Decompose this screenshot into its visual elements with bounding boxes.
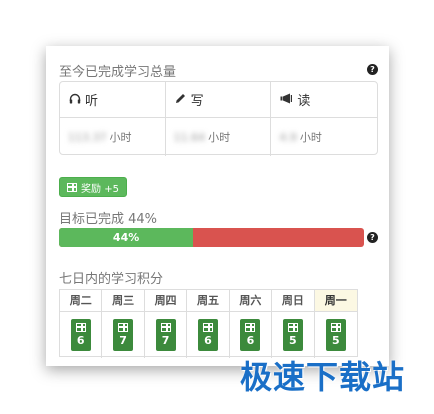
score-badge[interactable]: 7	[113, 319, 134, 351]
totals-table: 听 写 读 113.37 小时 11.64 小时 4.9 小时	[59, 81, 378, 156]
week-score-cell: 7	[102, 312, 145, 358]
site-watermark: 极速下载站	[240, 358, 406, 396]
totals-write-value: 11.64 小时	[166, 118, 272, 156]
totals-write-number: 11.64	[173, 130, 206, 144]
totals-read-value: 4.9 小时	[271, 118, 377, 156]
score-badge[interactable]: 5	[325, 319, 346, 351]
score-badge[interactable]: 6	[70, 319, 91, 351]
score-badge[interactable]: 6	[197, 319, 218, 351]
week-score-cell: 6	[60, 312, 103, 358]
totals-help-icon[interactable]: ?	[367, 64, 378, 75]
week-day-header: 周三	[102, 290, 145, 312]
goal-help-icon[interactable]: ?	[367, 232, 378, 243]
score-value: 5	[289, 334, 297, 347]
gift-icon	[75, 323, 86, 332]
reward-button[interactable]: 奖励 +5	[59, 177, 127, 197]
totals-read-number: 4.9	[279, 130, 297, 144]
gift-icon	[160, 323, 171, 332]
totals-header-write-label: 写	[190, 94, 204, 109]
megaphone-icon	[280, 93, 293, 107]
gift-icon	[245, 323, 256, 332]
score-value: 6	[204, 334, 212, 347]
totals-listen-unit: 小时	[109, 131, 132, 144]
week-day-header: 周五	[187, 290, 230, 312]
totals-header-listen-label: 听	[85, 94, 99, 109]
gift-icon	[202, 323, 213, 332]
totals-read-unit: 小时	[299, 131, 322, 144]
score-badge[interactable]: 5	[282, 319, 303, 351]
week-score-cell: 7	[145, 312, 188, 358]
score-badge[interactable]: 6	[240, 319, 261, 351]
week-title: 七日内的学习积分	[59, 272, 164, 287]
reward-label: 奖励 +5	[81, 183, 119, 195]
goal-title: 目标已完成 44%	[59, 212, 158, 227]
week-score-table: 周二 周三 周四 周五 周六 周日 周一 6 7 7 6 6 5 5	[59, 289, 358, 358]
week-score-cell: 6	[187, 312, 230, 358]
totals-header-listen: 听	[60, 82, 166, 118]
learning-stats-panel: 至今已完成学习总量 ? 听 写 读 113.37 小时 11.64 小时 4.9…	[46, 46, 389, 366]
gift-icon	[287, 323, 298, 332]
totals-write-unit: 小时	[208, 131, 231, 144]
totals-listen-number: 113.37	[68, 130, 107, 144]
score-value: 5	[331, 334, 340, 347]
week-day-header: 周六	[229, 290, 273, 312]
totals-header-write: 写	[165, 82, 272, 118]
gift-icon	[67, 182, 78, 192]
totals-title: 至今已完成学习总量	[59, 65, 177, 80]
score-value: 6	[76, 334, 85, 347]
goal-progress-bar: 44%	[59, 228, 364, 247]
week-day-header: 周四	[144, 290, 188, 312]
week-day-header-today: 周一	[314, 290, 357, 312]
gift-icon	[330, 323, 341, 332]
score-value: 7	[161, 334, 170, 347]
week-day-header: 周日	[272, 290, 315, 312]
headphones-icon	[69, 93, 81, 107]
score-badge[interactable]: 7	[155, 319, 176, 351]
totals-header-read: 读	[271, 82, 377, 118]
gift-icon	[118, 323, 129, 332]
totals-header-read-label: 读	[297, 94, 311, 109]
goal-progress-fill: 44%	[59, 228, 194, 247]
score-value: 6	[246, 334, 255, 347]
week-day-header: 周二	[60, 290, 103, 312]
totals-listen-value: 113.37 小时	[60, 118, 166, 156]
pencil-icon	[175, 93, 187, 107]
score-value: 7	[119, 334, 127, 347]
